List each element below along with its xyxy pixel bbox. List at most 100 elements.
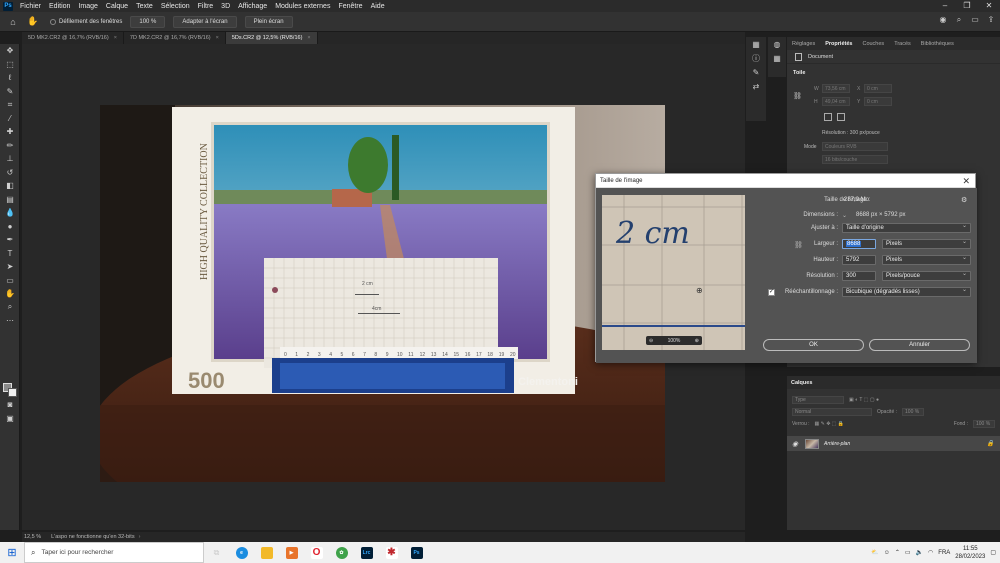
blend-mode-select[interactable]: Normal <box>792 408 872 416</box>
menu-fichier[interactable]: Fichier <box>16 3 45 10</box>
swatches-icon[interactable]: ▦ <box>768 51 786 65</box>
close-tab-icon[interactable]: × <box>307 35 310 41</box>
canvas-height-field[interactable]: 49,04 cm <box>822 97 850 106</box>
tab-reglages[interactable]: Réglages <box>787 41 820 47</box>
tab-5d-mk2[interactable]: 5D MK2.CR2 @ 16,7% (RVB/16) × <box>22 32 124 44</box>
menu-image[interactable]: Image <box>74 3 101 10</box>
close-tab-icon[interactable]: × <box>114 35 117 41</box>
lasso-tool-icon[interactable]: ℓ <box>0 71 20 85</box>
canvas-section-title[interactable]: Toile <box>787 64 1000 80</box>
tab-bibliotheques[interactable]: Bibliothèques <box>916 41 959 47</box>
layer-filter-select[interactable]: Type <box>792 396 844 404</box>
menu-modules-externes[interactable]: Modules externes <box>271 3 334 10</box>
fit-screen-button[interactable]: Adapter à l'écran <box>173 15 237 28</box>
info-icon[interactable]: ⓘ <box>746 51 766 65</box>
clock[interactable]: 11:55 28/02/2023 <box>955 545 985 561</box>
maximize-button[interactable]: ❐ <box>956 0 978 12</box>
color-wheel-icon[interactable]: ◍ <box>768 37 786 51</box>
media-app-icon[interactable]: ▶ <box>279 542 304 563</box>
history-brush-icon[interactable]: ↺ <box>0 166 20 180</box>
link-icon[interactable]: ⛓ <box>793 92 802 100</box>
menu-filtre[interactable]: Filtre <box>194 3 218 10</box>
close-window-button[interactable]: ✕ <box>978 0 1000 12</box>
lightroom-icon[interactable]: Lrc <box>354 542 379 563</box>
home-icon[interactable]: ⌂ <box>6 15 20 29</box>
menu-aide[interactable]: Aide <box>367 3 389 10</box>
stamp-tool-icon[interactable]: ⊥ <box>0 152 20 166</box>
zoom-tool-icon[interactable]: ⌕ <box>0 301 20 315</box>
background-color-swatch[interactable] <box>8 388 17 397</box>
close-tab-icon[interactable]: × <box>216 35 219 41</box>
resample-method-select[interactable]: Bicubique (dégradés lisses) <box>842 286 971 297</box>
dimensions-dropdown-icon[interactable]: ⌄ <box>842 212 847 219</box>
search-icon[interactable]: ⌕ <box>954 15 964 27</box>
landscape-icon[interactable] <box>837 113 845 121</box>
status-arrow-icon[interactable]: › <box>139 534 141 540</box>
menu-calque[interactable]: Calque <box>102 3 132 10</box>
menu-texte[interactable]: Texte <box>132 3 157 10</box>
app-red-icon[interactable]: ✱ <box>379 542 404 563</box>
path-select-icon[interactable]: ➤ <box>0 260 20 274</box>
zoom-level[interactable]: 12,5 % <box>22 534 47 540</box>
resolution-input[interactable]: 300 <box>842 271 876 281</box>
menu-selection[interactable]: Sélection <box>157 3 194 10</box>
dodge-tool-icon[interactable]: ● <box>0 220 20 234</box>
scroll-all-windows-checkbox[interactable]: Défilement des fenêtres <box>50 18 122 25</box>
screen-mode-icon[interactable]: ▣ <box>0 412 20 426</box>
width-input[interactable]: 8688 <box>842 239 876 249</box>
minimize-button[interactable]: – <box>934 0 956 12</box>
workspace-icon[interactable]: ▭ <box>970 15 980 27</box>
menu-3d[interactable]: 3D <box>217 3 234 10</box>
cancel-button[interactable]: Annuler <box>869 339 970 351</box>
crop-tool-icon[interactable]: ⌗ <box>0 98 20 112</box>
canvas-x-field[interactable]: 0 cm <box>864 84 892 93</box>
menu-fenetre[interactable]: Fenêtre <box>334 3 366 10</box>
width-unit-select[interactable]: Pixels <box>882 238 971 249</box>
quick-select-tool-icon[interactable]: ✎ <box>0 85 20 99</box>
edge-icon[interactable]: e <box>229 542 254 563</box>
gear-icon[interactable]: ⚙ <box>961 196 967 204</box>
taskbar-search[interactable]: ⌕ Taper ici pour rechercher <box>24 542 204 563</box>
lock-icons[interactable]: ▦ ✎ ✥ ⬚ 🔒 <box>815 421 845 427</box>
opera-icon[interactable]: O <box>304 542 329 563</box>
color-mode-select[interactable]: Couleurs RVB <box>822 142 888 151</box>
zoom-in-icon[interactable]: ⊕ <box>695 338 699 344</box>
move-tool-icon[interactable]: ✥ <box>0 44 20 58</box>
canvas-width-field[interactable]: 73,56 cm <box>822 84 850 93</box>
chevron-up-icon[interactable]: ⌃ <box>895 549 900 556</box>
marquee-tool-icon[interactable]: ⬚ <box>0 58 20 72</box>
full-screen-button[interactable]: Plein écran <box>244 15 293 28</box>
image-preview[interactable]: 2 cm ⊕ ⊖ 100% ⊕ <box>602 195 745 350</box>
brush-tool-icon[interactable]: ✏ <box>0 139 20 153</box>
dialog-close-button[interactable]: ✕ <box>962 176 970 187</box>
layers-title[interactable]: Calques <box>787 376 1000 389</box>
portrait-icon[interactable] <box>824 113 832 121</box>
wifi-icon[interactable]: ◠ <box>928 549 933 556</box>
windows-start-icon[interactable]: ⊞ <box>0 542 24 563</box>
eraser-tool-icon[interactable]: ◧ <box>0 179 20 193</box>
canvas-y-field[interactable]: 0 cm <box>864 97 892 106</box>
volume-icon[interactable]: 🔈 <box>916 549 923 556</box>
height-unit-select[interactable]: Pixels <box>882 254 971 265</box>
photoshop-taskbar-icon[interactable]: Ps <box>404 542 429 563</box>
ok-button[interactable]: OK <box>763 339 864 351</box>
weather-icon[interactable]: ⛅ <box>871 549 878 556</box>
histogram-icon[interactable]: ▦ <box>746 37 766 51</box>
tab-couches[interactable]: Couches <box>857 41 889 47</box>
more-tools-icon[interactable]: ⋯ <box>0 314 20 328</box>
opacity-field[interactable]: 100 % <box>902 408 925 416</box>
share-icon[interactable]: ⇪ <box>986 15 996 27</box>
filter-icons[interactable]: ▣ ◐ T ⬚ ▢ ● <box>849 397 879 403</box>
file-explorer-icon[interactable] <box>254 542 279 563</box>
eyedropper-tool-icon[interactable]: ⁄ <box>0 112 20 126</box>
tab-proprietes[interactable]: Propriétés <box>820 41 857 47</box>
notifications-icon[interactable]: ▢ <box>990 549 996 556</box>
eye-icon[interactable]: ◉ <box>792 440 800 448</box>
menu-edition[interactable]: Edition <box>45 3 74 10</box>
shape-tool-icon[interactable]: ▭ <box>0 274 20 288</box>
hand-tool-icon[interactable]: ✋ <box>26 15 40 29</box>
app-green-icon[interactable]: ✿ <box>329 542 354 563</box>
quick-mask-icon[interactable]: ◙ <box>0 398 20 412</box>
bit-depth-select[interactable]: 16 bits/couche <box>822 155 888 164</box>
layer-row-background[interactable]: ◉ Arrière-plan 🔒 <box>787 436 1000 451</box>
